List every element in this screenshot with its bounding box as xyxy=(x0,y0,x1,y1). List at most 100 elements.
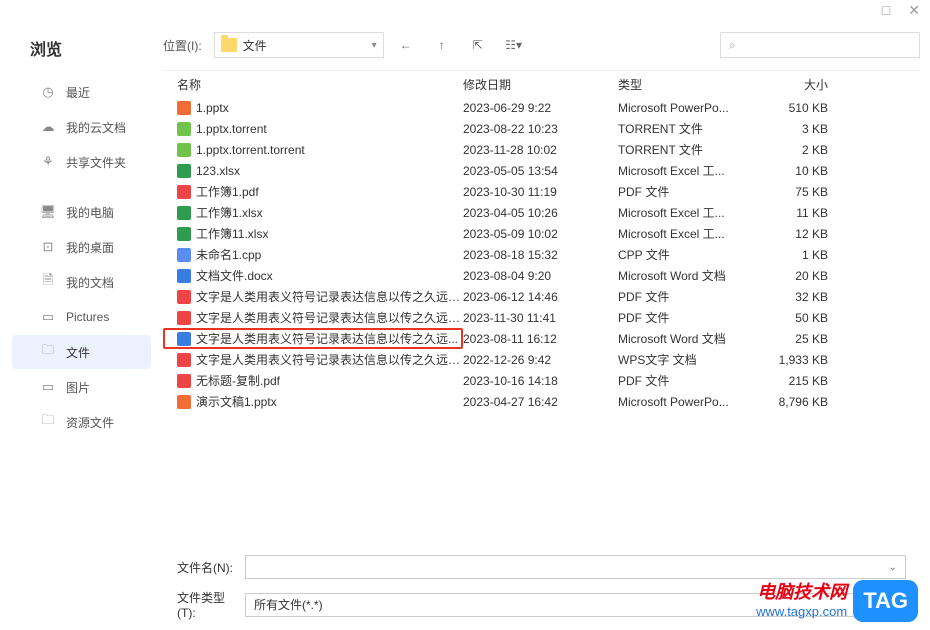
up-button[interactable]: ↑ xyxy=(428,32,456,58)
file-row[interactable]: 文字是人类用表义符号记录表达信息以传之久远的...2023-06-12 14:4… xyxy=(163,286,920,307)
file-type-icon xyxy=(177,290,191,304)
sidebar-group-2: 🖥我的电脑 ⊡ 我的桌面 🗎我的文档▭Pictures 🗀 文件 ▭图片 🗀 资源文件 xyxy=(0,195,163,439)
nav-files-icon: 🗀 xyxy=(40,341,56,363)
file-row[interactable]: 1.pptx.torrent.torrent2023-11-28 10:02TO… xyxy=(163,139,920,160)
close-button[interactable]: ✕ xyxy=(908,2,920,19)
file-size: 50 KB xyxy=(758,311,838,325)
sidebar-item-label: 我的桌面 xyxy=(66,239,114,256)
nav-resources-icon: 🗀 xyxy=(40,411,56,433)
file-size: 3 KB xyxy=(758,122,838,136)
titlebar: □ ✕ xyxy=(0,0,930,20)
sidebar-item-label: 资源文件 xyxy=(66,414,114,431)
file-row[interactable]: 123.xlsx2023-05-05 13:54Microsoft Excel … xyxy=(163,160,920,181)
maximize-button[interactable]: □ xyxy=(882,2,890,18)
file-size: 1 KB xyxy=(758,248,838,262)
file-type-icon xyxy=(177,395,191,409)
file-row[interactable]: 演示文稿1.pptx2023-04-27 16:42Microsoft Powe… xyxy=(163,391,920,412)
watermark-line2: www.tagxp.com xyxy=(756,604,847,620)
chevron-down-icon: ⌄ xyxy=(889,562,897,573)
nav-desktop-icon: ⊡ xyxy=(40,239,56,255)
file-type-icon xyxy=(177,164,191,178)
file-row[interactable]: 1.pptx.torrent2023-08-22 10:23TORRENT 文件… xyxy=(163,118,920,139)
file-row[interactable]: 工作簿1.xlsx2023-04-05 10:26Microsoft Excel… xyxy=(163,202,920,223)
col-header-type[interactable]: 类型 xyxy=(618,76,758,93)
file-type: TORRENT 文件 xyxy=(618,141,758,158)
nav-files[interactable]: 🗀 文件 xyxy=(12,335,151,369)
file-type: CPP 文件 xyxy=(618,246,758,263)
file-type: TORRENT 文件 xyxy=(618,120,758,137)
nav-pictures[interactable]: ▭Pictures xyxy=(12,300,151,334)
sidebar-item-label: 我的电脑 xyxy=(66,204,114,221)
filetype-label: 文件类型(T): xyxy=(163,589,235,620)
file-size: 11 KB xyxy=(758,206,838,220)
file-type-icon xyxy=(177,101,191,115)
file-row[interactable]: 工作簿1.pdf2023-10-30 11:19PDF 文件75 KB xyxy=(163,181,920,202)
file-type-icon xyxy=(177,332,191,346)
nav-documents[interactable]: 🗎我的文档 xyxy=(12,265,151,299)
nav-resources[interactable]: 🗀 资源文件 xyxy=(12,405,151,439)
sidebar-item-label: 最近 xyxy=(66,84,90,101)
file-date: 2023-11-30 11:41 xyxy=(463,311,618,325)
file-row[interactable]: 文字是人类用表义符号记录表达信息以传之久远的...2022-12-26 9:42… xyxy=(163,349,920,370)
file-row[interactable]: 文档文件.docx2023-08-04 9:20Microsoft Word 文… xyxy=(163,265,920,286)
view-mode-button[interactable]: ☷▾ xyxy=(500,32,528,58)
file-type: Microsoft Word 文档 xyxy=(618,330,758,347)
sidebar: 浏览 ◷最近☁我的云文档⚘共享文件夹 🖥我的电脑⊡我的桌面🗎我的文档▭Pictu… xyxy=(0,20,163,630)
col-header-name[interactable]: 名称 xyxy=(163,76,463,93)
file-type: PDF 文件 xyxy=(618,372,758,389)
file-name: 工作簿1.pdf xyxy=(196,183,259,200)
nav-images[interactable]: ▭图片 xyxy=(12,370,151,404)
file-type-icon xyxy=(177,185,191,199)
file-date: 2023-08-11 16:12 xyxy=(463,332,618,346)
nav-shared[interactable]: ⚘共享文件夹 xyxy=(12,145,151,179)
file-name: 未命名1.cpp xyxy=(196,246,261,263)
file-name: 文档文件.docx xyxy=(196,267,273,284)
file-date: 2022-12-26 9:42 xyxy=(463,353,618,367)
nav-cloud[interactable]: ☁我的云文档 xyxy=(12,110,151,144)
nav-recent[interactable]: ◷最近 xyxy=(12,75,151,109)
file-name: 1.pptx.torrent.torrent xyxy=(196,143,305,157)
file-row[interactable]: 工作簿11.xlsx2023-05-09 10:02Microsoft Exce… xyxy=(163,223,920,244)
file-type: Microsoft PowerPo... xyxy=(618,101,758,115)
nav-documents-icon: 🗎 xyxy=(40,271,56,293)
nav-shared-icon: ⚘ xyxy=(40,154,56,170)
file-type: PDF 文件 xyxy=(618,288,758,305)
col-header-size[interactable]: 大小 xyxy=(758,76,838,93)
search-icon: ⌕ xyxy=(729,38,736,53)
current-folder-name: 文件 xyxy=(243,37,267,54)
file-size: 215 KB xyxy=(758,374,838,388)
file-date: 2023-06-12 14:46 xyxy=(463,290,618,304)
file-date: 2023-10-16 14:18 xyxy=(463,374,618,388)
file-type: Microsoft Excel 工... xyxy=(618,225,758,242)
search-input[interactable]: ⌕ xyxy=(720,32,920,58)
location-label: 位置(I): xyxy=(163,37,202,54)
sidebar-item-label: Pictures xyxy=(66,310,109,324)
file-type-icon xyxy=(177,206,191,220)
nav-desktop[interactable]: ⊡ 我的桌面 xyxy=(12,230,151,264)
file-date: 2023-08-22 10:23 xyxy=(463,122,618,136)
path-dropdown[interactable]: 文件 ▾ xyxy=(214,32,384,58)
file-date: 2023-04-05 10:26 xyxy=(463,206,618,220)
toolbar: 位置(I): 文件 ▾ ← ↑ ⇱ ☷▾ ⌕ xyxy=(163,20,920,70)
sidebar-item-label: 图片 xyxy=(66,379,90,396)
folder-icon xyxy=(221,38,237,52)
file-size: 8,796 KB xyxy=(758,395,838,409)
sidebar-item-label: 文件 xyxy=(66,344,90,361)
file-row[interactable]: 1.pptx2023-06-29 9:22Microsoft PowerPo..… xyxy=(163,97,920,118)
file-name: 无标题-复制.pdf xyxy=(196,372,280,389)
file-date: 2023-08-18 15:32 xyxy=(463,248,618,262)
file-name: 1.pptx xyxy=(196,101,229,115)
back-button[interactable]: ← xyxy=(392,32,420,58)
file-type: Microsoft Excel 工... xyxy=(618,162,758,179)
filename-input[interactable]: ⌄ xyxy=(245,555,906,579)
file-row[interactable]: 无标题-复制.pdf 2023-10-16 14:18PDF 文件215 KB xyxy=(163,370,920,391)
nav-computer[interactable]: 🖥我的电脑 xyxy=(12,195,151,229)
file-date: 2023-08-04 9:20 xyxy=(463,269,618,283)
sidebar-group-1: ◷最近☁我的云文档⚘共享文件夹 xyxy=(0,75,163,179)
new-window-button[interactable]: ⇱ xyxy=(464,32,492,58)
file-row[interactable]: 文字是人类用表义符号记录表达信息以传之久远...2023-08-11 16:12… xyxy=(163,328,920,349)
file-row[interactable]: 文字是人类用表义符号记录表达信息以传之久远的...2023-11-30 11:4… xyxy=(163,307,920,328)
file-row[interactable]: 未命名1.cpp 2023-08-18 15:32CPP 文件1 KB xyxy=(163,244,920,265)
col-header-date[interactable]: 修改日期 xyxy=(463,76,618,93)
file-size: 2 KB xyxy=(758,143,838,157)
